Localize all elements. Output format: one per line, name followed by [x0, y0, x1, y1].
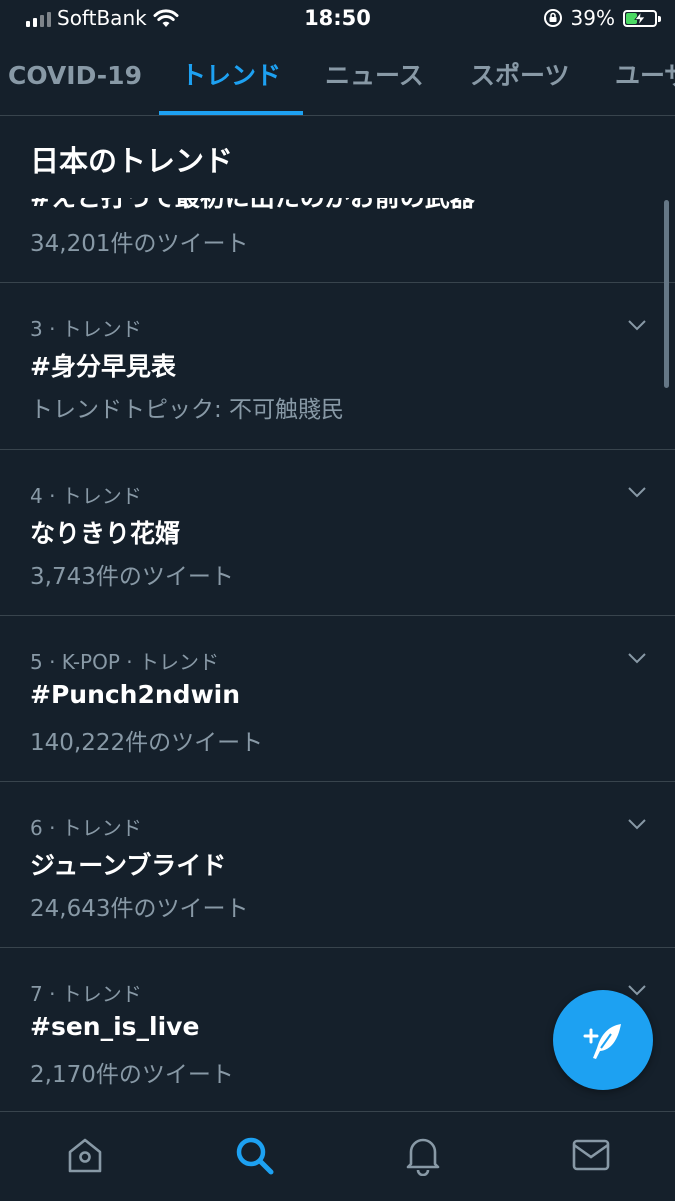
- trend-meta: 4 · トレンド: [30, 484, 142, 508]
- orientation-lock-icon: [543, 9, 562, 27]
- tab-news[interactable]: ニュース: [303, 40, 446, 115]
- trend-meta: 7 · トレンド: [30, 982, 142, 1006]
- trend-tweet-count: 2,170件のツイート: [30, 1062, 234, 1088]
- trend-item[interactable]: #えと打って最初に出たのがお前の武器 34,201件のツイート: [0, 198, 675, 283]
- trend-name: #身分早見表: [30, 352, 176, 381]
- chevron-down-icon[interactable]: [627, 984, 647, 996]
- trend-name: #えと打って最初に出たのがお前の武器: [30, 198, 475, 214]
- tab-users[interactable]: ユーザ: [593, 40, 675, 115]
- trend-item[interactable]: 6 · トレンド ジューンブライド 24,643件のツイート: [0, 782, 675, 948]
- battery-icon: [623, 9, 661, 27]
- trend-item[interactable]: 4 · トレンド なりきり花婿 3,743件のツイート: [0, 450, 675, 616]
- section-title: 日本のトレンド: [30, 144, 234, 178]
- bell-icon: [406, 1138, 440, 1176]
- trend-name: #sen_is_live: [30, 1012, 200, 1041]
- mail-icon: [572, 1139, 610, 1171]
- trend-item[interactable]: 5 · K-POP · トレンド #Punch2ndwin 140,222件のツ…: [0, 616, 675, 782]
- battery-percent: 39%: [570, 6, 615, 30]
- trend-item[interactable]: 3 · トレンド #身分早見表 トレンドトピック: 不可触賤民: [0, 283, 675, 450]
- trend-list: #えと打って最初に出たのがお前の武器 34,201件のツイート 3 · トレンド…: [0, 198, 675, 1111]
- nav-notifications[interactable]: [398, 1130, 448, 1180]
- section-header: 日本のトレンド: [0, 116, 675, 198]
- chevron-down-icon[interactable]: [627, 652, 647, 664]
- scrollbar[interactable]: [664, 200, 669, 388]
- trend-meta: 5 · K-POP · トレンド: [30, 650, 219, 674]
- trend-tweet-count: 3,743件のツイート: [30, 564, 234, 590]
- search-icon: [236, 1137, 274, 1175]
- compose-tweet-button[interactable]: [553, 990, 653, 1090]
- nav-home[interactable]: [60, 1130, 110, 1180]
- tab-sports[interactable]: スポーツ: [448, 40, 592, 115]
- tab-trends[interactable]: トレンド: [159, 40, 303, 115]
- trend-name: ジューンブライド: [30, 851, 227, 880]
- explore-tabs: COVID-19 トレンド ニュース スポーツ ユーザ: [0, 40, 675, 116]
- status-bar: SoftBank 18:50 39%: [0, 0, 675, 40]
- tab-covid19[interactable]: COVID-19: [0, 40, 164, 115]
- chevron-down-icon[interactable]: [627, 818, 647, 830]
- trend-name: #Punch2ndwin: [30, 680, 241, 709]
- trend-tweet-count: 24,643件のツイート: [30, 896, 249, 922]
- nav-messages[interactable]: [566, 1130, 616, 1180]
- home-icon: [68, 1138, 102, 1173]
- compose-tweet-icon: [583, 1024, 621, 1059]
- bottom-navigation: [0, 1111, 675, 1201]
- trend-tweet-count: 34,201件のツイート: [30, 231, 249, 257]
- status-right: 39%: [543, 6, 661, 30]
- chevron-down-icon[interactable]: [627, 486, 647, 498]
- trend-name: なりきり花婿: [30, 519, 181, 548]
- trend-tweet-count: 140,222件のツイート: [30, 730, 264, 756]
- trend-meta: 3 · トレンド: [30, 317, 142, 341]
- nav-search[interactable]: [229, 1130, 279, 1180]
- trend-meta: 6 · トレンド: [30, 816, 142, 840]
- charging-bolt-icon: [634, 11, 646, 25]
- trend-topic: トレンドトピック: 不可触賤民: [30, 397, 345, 423]
- chevron-down-icon[interactable]: [627, 319, 647, 331]
